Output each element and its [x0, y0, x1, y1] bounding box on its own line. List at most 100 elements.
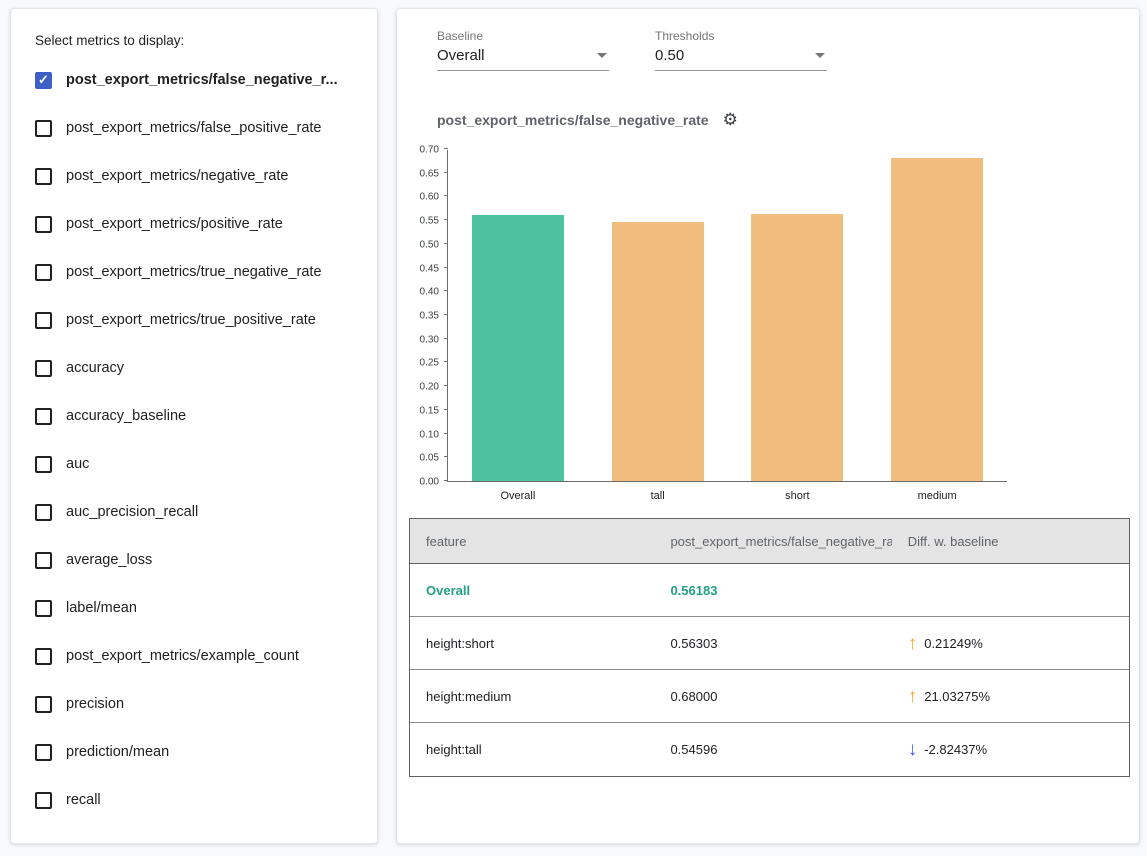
metric-checkbox-item[interactable]: post_export_metrics/true_negative_rate [35, 248, 363, 296]
metric-checkbox-item[interactable]: post_export_metrics/example_count [35, 632, 363, 680]
checkbox-unchecked-icon[interactable] [35, 504, 52, 521]
metric-label: auc_precision_recall [66, 504, 198, 520]
thresholds-select-label: Thresholds [655, 29, 827, 43]
metric-checkbox-item[interactable]: average_loss [35, 536, 363, 584]
y-tick-label: 0.45 [420, 263, 439, 274]
bar-short[interactable] [751, 214, 843, 481]
metric-label: post_export_metrics/true_positive_rate [66, 312, 316, 328]
checkbox-unchecked-icon[interactable] [35, 792, 52, 809]
metric-label: auc [66, 456, 89, 472]
y-tick-label: 0.35 [420, 311, 439, 322]
x-axis-label: Overall [448, 490, 588, 502]
metric-label: post_export_metrics/negative_rate [66, 168, 288, 184]
metric-value-cell: 0.68000 [654, 689, 891, 704]
checkbox-unchecked-icon[interactable] [35, 264, 52, 281]
checkbox-unchecked-icon[interactable] [35, 408, 52, 425]
metric-checkbox-item[interactable]: post_export_metrics/positive_rate [35, 200, 363, 248]
x-axis-label: tall [588, 490, 728, 502]
metric-checkbox-item[interactable]: accuracy [35, 344, 363, 392]
baseline-select-label: Baseline [437, 29, 609, 43]
feature-cell: height:medium [410, 689, 654, 704]
feature-cell: Overall [410, 583, 654, 598]
metric-checkbox-item[interactable]: post_export_metrics/false_positive_rate [35, 104, 363, 152]
metric-checkbox-item[interactable]: post_export_metrics/true_positive_rate [35, 296, 363, 344]
metrics-panel-title: Select metrics to display: [35, 33, 363, 48]
checkbox-checked-icon[interactable]: ✓ [35, 72, 52, 89]
metric-checkbox-item[interactable]: accuracy_baseline [35, 392, 363, 440]
checkbox-unchecked-icon[interactable] [35, 360, 52, 377]
y-tick-label: 0.70 [420, 145, 439, 156]
y-tick-mark [444, 219, 448, 220]
checkbox-unchecked-icon[interactable] [35, 696, 52, 713]
checkbox-unchecked-icon[interactable] [35, 168, 52, 185]
checkbox-unchecked-icon[interactable] [35, 648, 52, 665]
bar-slot: tall [588, 150, 728, 481]
controls-bar: Baseline Overall Thresholds 0.50 [437, 29, 1139, 71]
y-tick-label: 0.25 [420, 358, 439, 369]
y-tick-mark [444, 172, 448, 173]
checkbox-unchecked-icon[interactable] [35, 600, 52, 617]
metric-checkbox-item[interactable]: auc_precision_recall [35, 488, 363, 536]
metric-checkbox-item[interactable]: auc [35, 440, 363, 488]
metric-label: average_loss [66, 552, 152, 568]
arrow-down-icon: ↓ [908, 740, 918, 759]
metric-checkbox-item[interactable]: precision [35, 680, 363, 728]
diff-cell: ↑ 0.21249% [892, 634, 1129, 653]
metric-value-cell: 0.56303 [654, 636, 891, 651]
y-tick-label: 0.05 [420, 453, 439, 464]
baseline-select[interactable]: Baseline Overall [437, 29, 609, 71]
table-row: height:tall0.54596↓-2.82437% [410, 723, 1129, 776]
metric-checkbox-item[interactable]: recall [35, 776, 363, 824]
diff-percentage: -2.82437% [924, 742, 987, 757]
diff-percentage: 0.21249% [924, 636, 983, 651]
y-tick-mark [444, 267, 448, 268]
y-tick-label: 0.00 [420, 477, 439, 488]
table-row: Overall0.56183 [410, 564, 1129, 617]
bar-slot: short [728, 150, 868, 481]
diff-cell: ↓ -2.82437% [892, 740, 1129, 759]
checkbox-unchecked-icon[interactable] [35, 744, 52, 761]
metric-label: post_export_metrics/false_negative_r... [66, 72, 338, 88]
thresholds-select[interactable]: Thresholds 0.50 [655, 29, 827, 71]
metric-checkbox-item[interactable]: label/mean [35, 584, 363, 632]
plot-area: Overalltallshortmedium [447, 150, 1007, 482]
checkbox-unchecked-icon[interactable] [35, 456, 52, 473]
y-tick-mark [444, 314, 448, 315]
baseline-select-value: Overall [437, 47, 485, 64]
arrow-up-icon: ↑ [908, 687, 918, 706]
checkbox-unchecked-icon[interactable] [35, 312, 52, 329]
table-header-cell: feature [410, 534, 654, 549]
y-tick-mark [444, 243, 448, 244]
bars-container: Overalltallshortmedium [448, 150, 1007, 481]
bar-slot: Overall [448, 150, 588, 481]
bar-medium[interactable] [891, 158, 983, 481]
bar-Overall[interactable] [472, 215, 564, 481]
y-tick-mark [444, 456, 448, 457]
bar-chart: 0.000.050.100.150.200.250.300.350.400.45… [397, 150, 1139, 482]
metric-label: accuracy_baseline [66, 408, 186, 424]
settings-gear-icon[interactable]: ⚙ [723, 111, 738, 128]
y-tick-label: 0.50 [420, 239, 439, 250]
chevron-down-icon [815, 53, 825, 58]
bar-tall[interactable] [612, 222, 704, 481]
y-tick-label: 0.30 [420, 334, 439, 345]
y-tick-mark [444, 361, 448, 362]
arrow-up-icon: ↑ [908, 634, 918, 653]
y-tick-mark [444, 195, 448, 196]
metric-checkbox-item[interactable]: post_export_metrics/negative_rate [35, 152, 363, 200]
table-header-cell: post_export_metrics/false_negative_rat..… [654, 534, 891, 549]
metric-value-cell: 0.56183 [654, 583, 891, 598]
y-tick-label: 0.15 [420, 405, 439, 416]
metric-checkbox-item[interactable]: prediction/mean [35, 728, 363, 776]
checkbox-unchecked-icon[interactable] [35, 216, 52, 233]
chart-title: post_export_metrics/false_negative_rate [437, 112, 709, 128]
chart-header: post_export_metrics/false_negative_rate … [437, 111, 1139, 128]
results-panel: Baseline Overall Thresholds 0.50 post_ex… [396, 8, 1140, 844]
metric-label: precision [66, 696, 124, 712]
metric-checkbox-item[interactable]: ✓ post_export_metrics/false_negative_r... [35, 56, 363, 104]
checkbox-unchecked-icon[interactable] [35, 120, 52, 137]
y-tick-label: 0.20 [420, 382, 439, 393]
feature-cell: height:tall [410, 742, 654, 757]
table-header-row: featurepost_export_metrics/false_negativ… [410, 519, 1129, 564]
checkbox-unchecked-icon[interactable] [35, 552, 52, 569]
